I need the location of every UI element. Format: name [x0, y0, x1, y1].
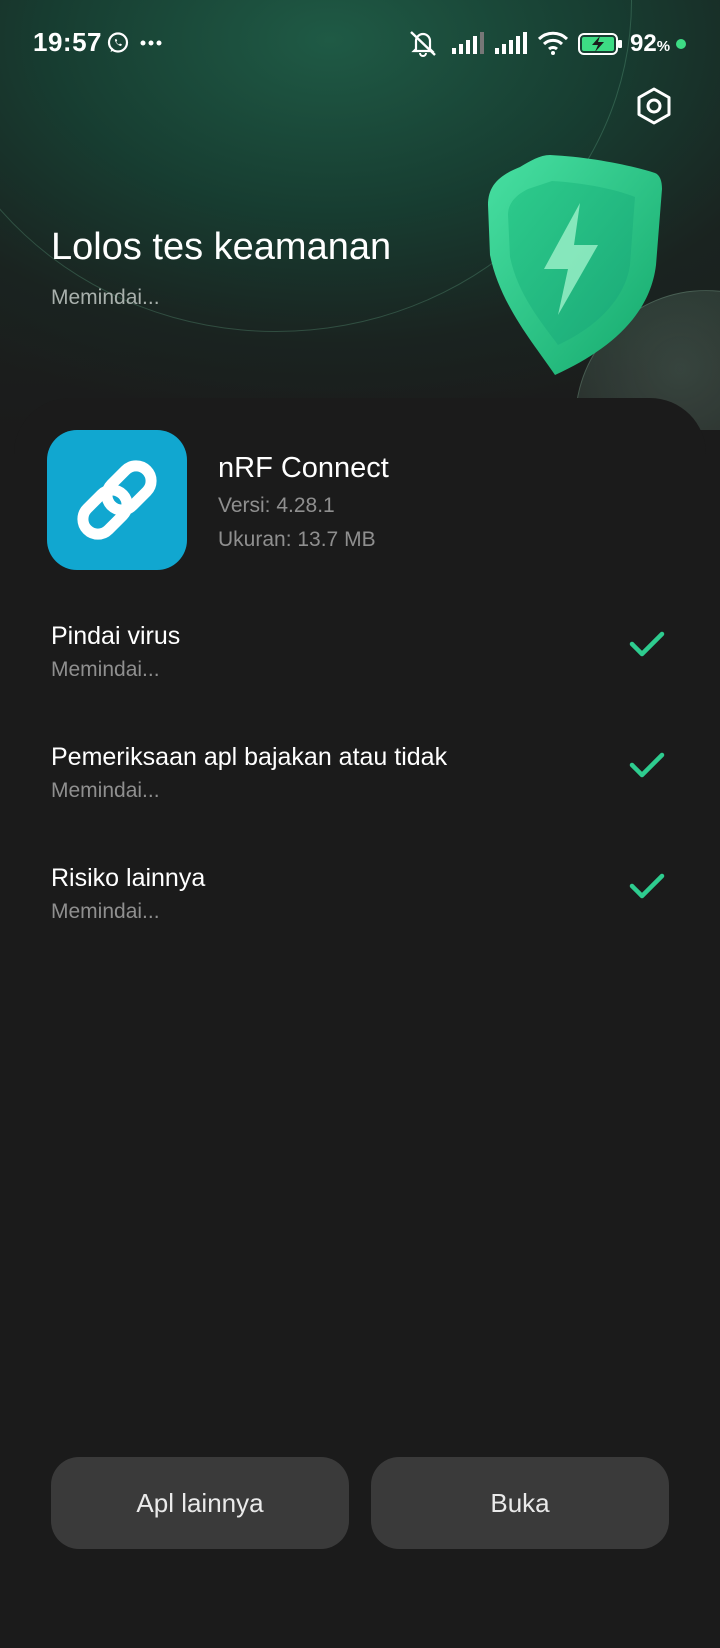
mute-icon: [410, 31, 436, 57]
charging-dot: [676, 39, 686, 49]
battery-charging-icon: [578, 33, 622, 55]
page-title: Lolos tes keamanan: [51, 226, 392, 268]
battery-percent-value: 92: [630, 30, 657, 57]
app-size: Ukuran: 13.7 MB: [218, 528, 376, 551]
status-time: 19:57: [33, 27, 102, 57]
battery-percentage: 92%: [630, 30, 670, 58]
check-title: Pindai virus: [51, 622, 181, 650]
check-item-piracy-check: Pemeriksaan apl bajakan atau tidak Memin…: [51, 743, 681, 823]
app-icon: [47, 430, 187, 570]
checkmark-icon: [629, 873, 665, 899]
checkmark-icon: [629, 752, 665, 778]
check-status: Memindai...: [51, 779, 160, 802]
check-title: Risiko lainnya: [51, 864, 206, 892]
more-icon: [140, 40, 162, 46]
check-item-virus-scan: Pindai virus Memindai...: [51, 622, 681, 702]
security-shield-icon: [488, 155, 662, 375]
app-name: nRF Connect: [218, 452, 389, 484]
open-button[interactable]: Buka: [371, 1457, 669, 1549]
status-bar: 19:57 92%: [0, 0, 720, 90]
signal-icon: [452, 32, 484, 54]
app-version: Versi: 4.28.1: [218, 494, 335, 517]
wifi-icon: [537, 31, 569, 55]
check-status: Memindai...: [51, 900, 160, 923]
battery-percent-unit: %: [656, 38, 671, 55]
check-status: Memindai...: [51, 658, 160, 681]
checkmark-icon: [629, 631, 665, 657]
link-icon: [77, 460, 157, 540]
signal-icon: [495, 32, 527, 54]
check-title: Pemeriksaan apl bajakan atau tidak: [51, 743, 448, 771]
settings-icon[interactable]: [634, 86, 674, 126]
check-item-other-risks: Risiko lainnya Memindai...: [51, 864, 681, 944]
whatsapp-icon: [107, 32, 129, 53]
more-apps-button[interactable]: Apl lainnya: [51, 1457, 349, 1549]
page-subtitle: Memindai...: [51, 286, 160, 309]
